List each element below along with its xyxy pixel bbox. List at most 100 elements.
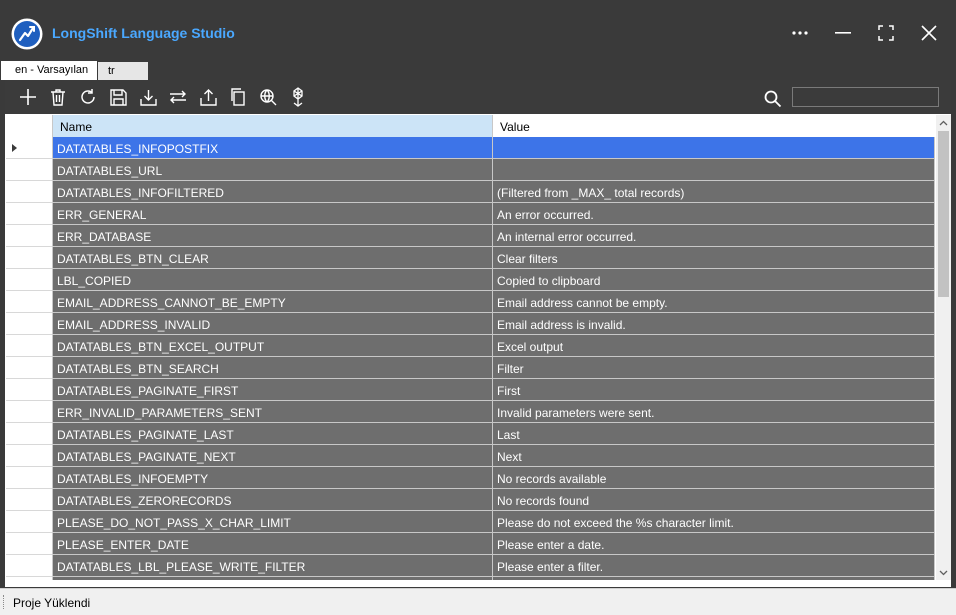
- copy-icon[interactable]: [227, 86, 249, 108]
- table-row[interactable]: EMAIL_ADDRESS_CANNOT_BE_EMPTY Email addre…: [6, 291, 935, 313]
- table-row[interactable]: DATATABLES_PAGINATE_FIRST First: [6, 379, 935, 401]
- delete-icon[interactable]: [47, 86, 69, 108]
- name-cell[interactable]: DATATABLES_PAGINATE_LAST: [53, 423, 493, 445]
- row-header[interactable]: [6, 577, 53, 580]
- add-icon[interactable]: [17, 86, 39, 108]
- value-cell[interactable]: No records found: [493, 489, 935, 511]
- table-row[interactable]: ERR_DATABASE An internal error occurred.: [6, 225, 935, 247]
- table-row[interactable]: [6, 577, 935, 580]
- name-cell[interactable]: DATATABLES_PAGINATE_NEXT: [53, 445, 493, 467]
- table-row[interactable]: ERR_GENERAL An error occurred.: [6, 203, 935, 225]
- table-row[interactable]: DATATABLES_URL: [6, 159, 935, 181]
- table-row[interactable]: DATATABLES_LBL_PLEASE_WRITE_FILTER Please…: [6, 555, 935, 577]
- name-cell[interactable]: ERR_DATABASE: [53, 225, 493, 247]
- row-header[interactable]: [6, 511, 53, 533]
- name-cell[interactable]: EMAIL_ADDRESS_INVALID: [53, 313, 493, 335]
- name-cell[interactable]: DATATABLES_LBL_PLEASE_WRITE_FILTER: [53, 555, 493, 577]
- row-header[interactable]: [6, 203, 53, 225]
- table-row[interactable]: DATATABLES_INFOEMPTY No records available: [6, 467, 935, 489]
- tab-tr[interactable]: tr: [98, 62, 148, 80]
- export-icon[interactable]: [197, 86, 219, 108]
- name-cell[interactable]: EMAIL_ADDRESS_CANNOT_BE_EMPTY: [53, 291, 493, 313]
- column-header-name[interactable]: Name: [53, 115, 493, 137]
- name-cell[interactable]: LBL_COPIED: [53, 269, 493, 291]
- value-cell[interactable]: Copied to clipboard: [493, 269, 935, 291]
- value-cell[interactable]: (Filtered from _MAX_ total records): [493, 181, 935, 203]
- row-header[interactable]: [6, 445, 53, 467]
- name-cell[interactable]: PLEASE_DO_NOT_PASS_X_CHAR_LIMIT: [53, 511, 493, 533]
- import-icon[interactable]: [137, 86, 159, 108]
- deploy-icon[interactable]: [287, 86, 309, 108]
- value-cell[interactable]: Please enter a filter.: [493, 555, 935, 577]
- name-cell[interactable]: DATATABLES_URL: [53, 159, 493, 181]
- close-icon[interactable]: [914, 20, 944, 46]
- name-cell[interactable]: PLEASE_ENTER_DATE: [53, 533, 493, 555]
- row-header[interactable]: [6, 555, 53, 577]
- value-cell[interactable]: No records available: [493, 467, 935, 489]
- value-cell[interactable]: Excel output: [493, 335, 935, 357]
- table-row[interactable]: DATATABLES_BTN_SEARCH Filter: [6, 357, 935, 379]
- table-row[interactable]: DATATABLES_ZERORECORDS No records found: [6, 489, 935, 511]
- value-cell[interactable]: Please do not exceed the %s character li…: [493, 511, 935, 533]
- scroll-down-icon[interactable]: [936, 565, 951, 580]
- row-header[interactable]: [6, 269, 53, 291]
- row-header[interactable]: [6, 247, 53, 269]
- value-cell[interactable]: [493, 137, 935, 159]
- row-header[interactable]: [6, 291, 53, 313]
- row-header[interactable]: [6, 225, 53, 247]
- refresh-icon[interactable]: [77, 86, 99, 108]
- row-header[interactable]: [6, 159, 53, 181]
- value-cell[interactable]: An internal error occurred.: [493, 225, 935, 247]
- row-header[interactable]: [6, 181, 53, 203]
- table-row[interactable]: DATATABLES_BTN_EXCEL_OUTPUT Excel output: [6, 335, 935, 357]
- row-header[interactable]: [6, 335, 53, 357]
- table-row[interactable]: PLEASE_ENTER_DATE Please enter a date.: [6, 533, 935, 555]
- name-cell[interactable]: ERR_GENERAL: [53, 203, 493, 225]
- translate-icon[interactable]: [257, 86, 279, 108]
- row-header-corner[interactable]: [6, 115, 53, 137]
- value-cell[interactable]: Last: [493, 423, 935, 445]
- name-cell[interactable]: DATATABLES_INFOFILTERED: [53, 181, 493, 203]
- scroll-up-icon[interactable]: [936, 115, 951, 130]
- table-row[interactable]: EMAIL_ADDRESS_INVALID Email address is in…: [6, 313, 935, 335]
- name-cell[interactable]: DATATABLES_INFOPOSTFIX: [53, 137, 493, 159]
- more-horizontal-icon[interactable]: [785, 20, 815, 46]
- row-header[interactable]: [6, 357, 53, 379]
- value-cell[interactable]: Clear filters: [493, 247, 935, 269]
- scrollbar-thumb[interactable]: [938, 131, 949, 297]
- name-cell[interactable]: DATATABLES_BTN_CLEAR: [53, 247, 493, 269]
- name-cell[interactable]: [53, 577, 493, 580]
- column-header-value[interactable]: Value: [493, 115, 935, 137]
- row-header[interactable]: [6, 423, 53, 445]
- row-header[interactable]: [6, 313, 53, 335]
- row-header[interactable]: [6, 533, 53, 555]
- value-cell[interactable]: [493, 159, 935, 181]
- name-cell[interactable]: DATATABLES_BTN_SEARCH: [53, 357, 493, 379]
- vertical-scrollbar[interactable]: [936, 115, 951, 580]
- table-row[interactable]: DATATABLES_PAGINATE_NEXT Next: [6, 445, 935, 467]
- value-cell[interactable]: First: [493, 379, 935, 401]
- minimize-icon[interactable]: [828, 20, 858, 46]
- row-header[interactable]: [6, 137, 53, 159]
- value-cell[interactable]: Next: [493, 445, 935, 467]
- search-input[interactable]: [792, 87, 939, 107]
- row-header[interactable]: [6, 489, 53, 511]
- tab-en[interactable]: en - Varsayılan: [1, 61, 97, 80]
- table-row[interactable]: DATATABLES_PAGINATE_LAST Last: [6, 423, 935, 445]
- name-cell[interactable]: DATATABLES_INFOEMPTY: [53, 467, 493, 489]
- value-cell[interactable]: Email address cannot be empty.: [493, 291, 935, 313]
- row-header[interactable]: [6, 379, 53, 401]
- table-row[interactable]: PLEASE_DO_NOT_PASS_X_CHAR_LIMIT Please do…: [6, 511, 935, 533]
- name-cell[interactable]: DATATABLES_BTN_EXCEL_OUTPUT: [53, 335, 493, 357]
- value-cell[interactable]: Please enter a date.: [493, 533, 935, 555]
- table-row[interactable]: DATATABLES_BTN_CLEAR Clear filters: [6, 247, 935, 269]
- name-cell[interactable]: DATATABLES_PAGINATE_FIRST: [53, 379, 493, 401]
- value-cell[interactable]: Filter: [493, 357, 935, 379]
- name-cell[interactable]: DATATABLES_ZERORECORDS: [53, 489, 493, 511]
- name-cell[interactable]: ERR_INVALID_PARAMETERS_SENT: [53, 401, 493, 423]
- maximize-icon[interactable]: [871, 20, 901, 46]
- row-header[interactable]: [6, 467, 53, 489]
- table-row[interactable]: ERR_INVALID_PARAMETERS_SENT Invalid param…: [6, 401, 935, 423]
- value-cell[interactable]: Email address is invalid.: [493, 313, 935, 335]
- value-cell[interactable]: An error occurred.: [493, 203, 935, 225]
